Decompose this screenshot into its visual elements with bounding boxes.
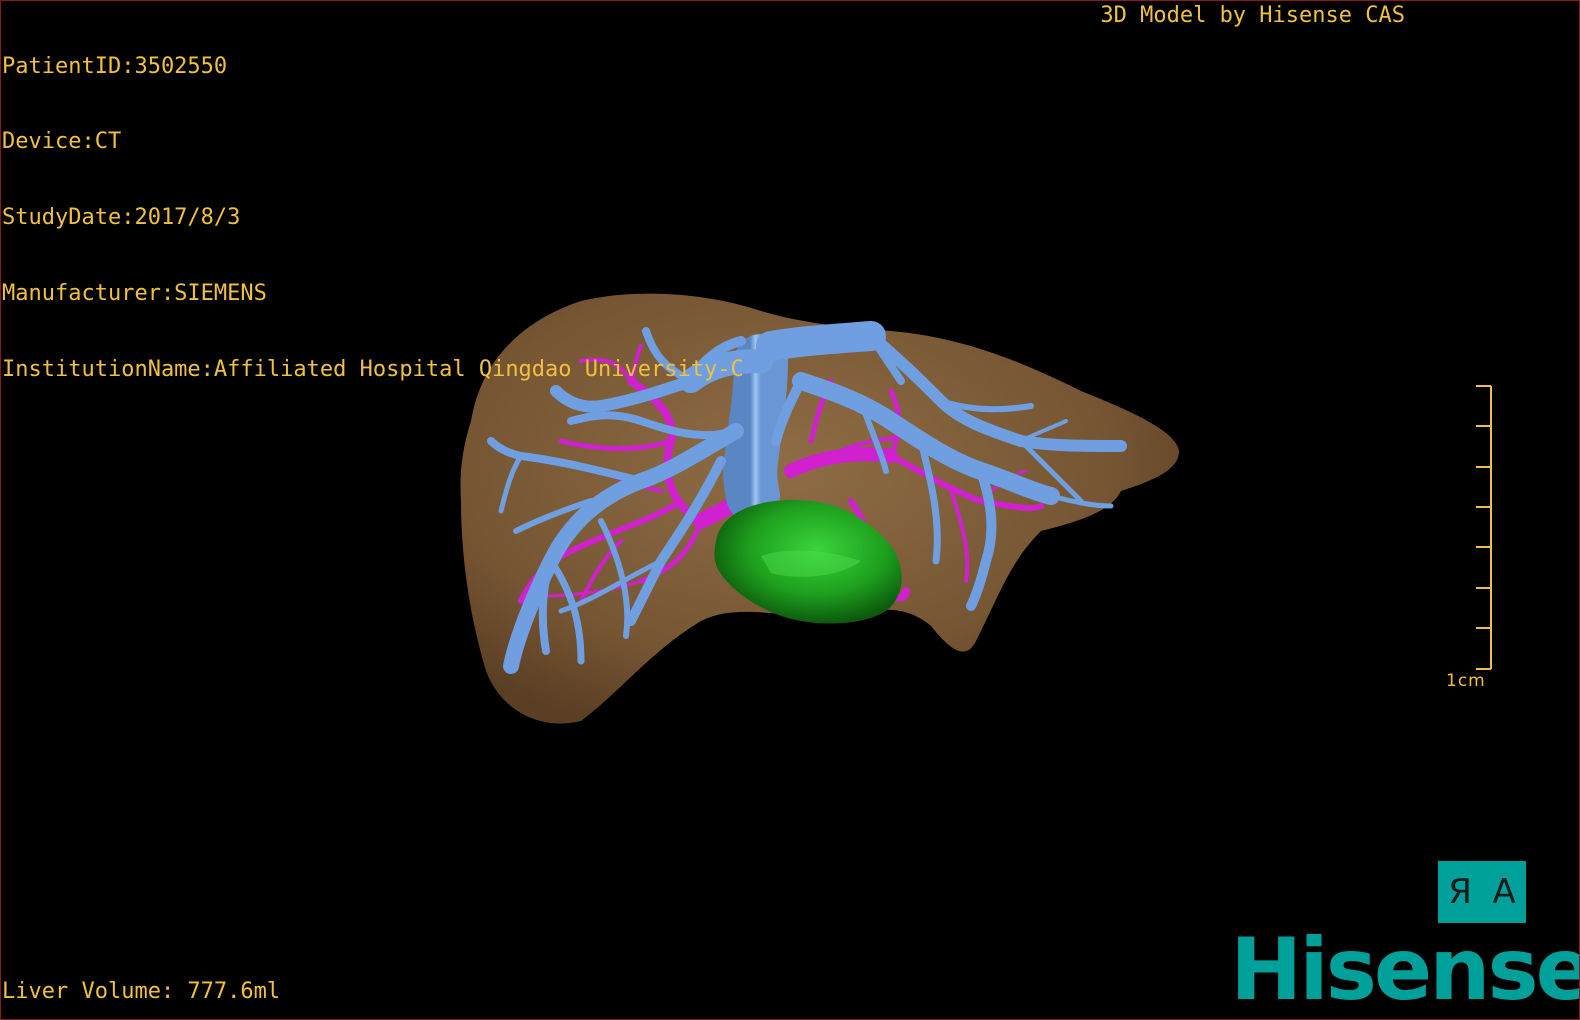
study-date: StudyDate:2017/8/3: [2, 205, 241, 231]
patient-id: PatientID:3502550: [2, 53, 228, 79]
scale-bar: [1476, 385, 1492, 670]
institution-name: InstitutionName:Affiliated Hospital Qing…: [2, 357, 744, 383]
device: Device:CT: [2, 129, 122, 155]
patient-info-overlay: PatientID:3502550 Device:CT StudyDate:20…: [2, 3, 744, 433]
manufacturer: Manufacturer:SIEMENS: [2, 281, 267, 307]
3d-viewport[interactable]: PatientID:3502550 Device:CT StudyDate:20…: [0, 0, 1580, 1020]
model-credit: 3D Model by Hisense CAS: [1100, 3, 1405, 28]
anterior-a-icon: A: [1492, 872, 1516, 912]
liver-volume-readout: Liver Volume: 777.6ml: [2, 979, 281, 1004]
hisense-logo: Hisense: [1230, 920, 1580, 1020]
scale-bar-label: 1cm: [1446, 671, 1486, 691]
orientation-toggle-button[interactable]: Я A: [1438, 861, 1526, 923]
mirrored-r-icon: Я: [1448, 872, 1472, 912]
